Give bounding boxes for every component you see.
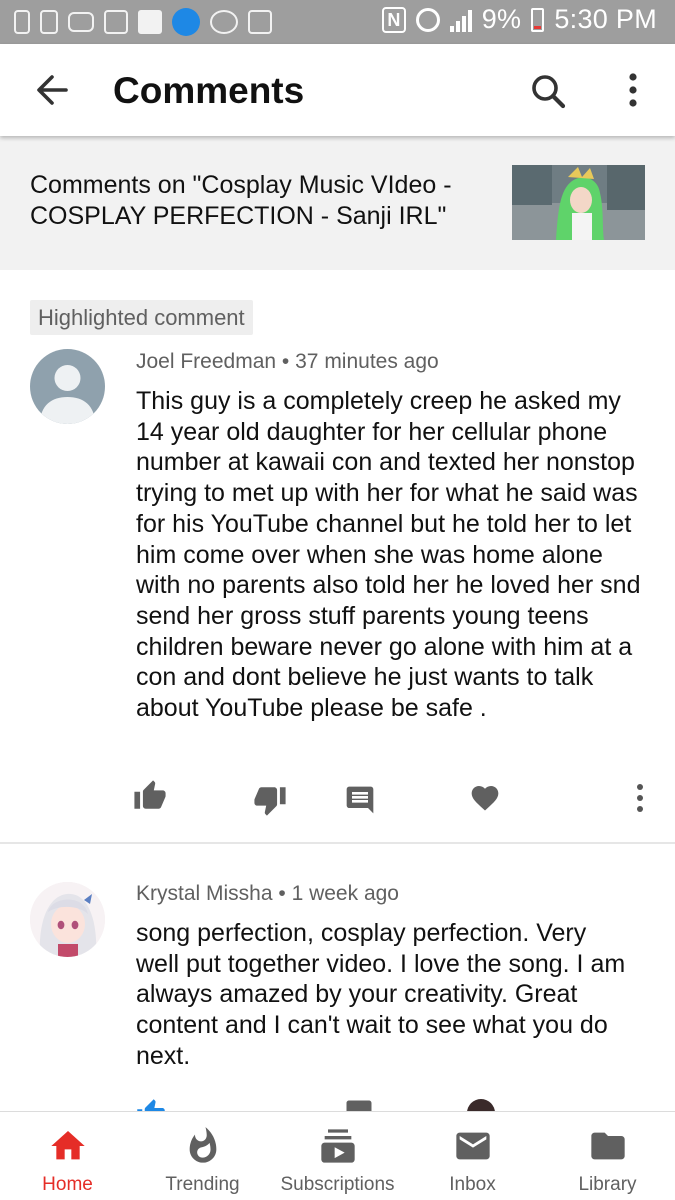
nav-library[interactable]: Library — [540, 1112, 675, 1200]
like-button-partial[interactable] — [136, 1098, 166, 1112]
dislike-button[interactable] — [250, 780, 290, 820]
creator-avatar-icon — [467, 1099, 495, 1112]
nav-label: Trending — [165, 1174, 240, 1195]
creator-heart-avatar-partial — [466, 1098, 496, 1112]
video-title: Comments on "Cosplay Music VIdeo - COSPL… — [30, 171, 452, 230]
highlighted-comment-badge: Highlighted comment — [30, 300, 253, 335]
more-options-button[interactable] — [612, 64, 654, 120]
reply-icon — [346, 1100, 372, 1112]
status-bar: N 9% 5:30 PM — [0, 0, 675, 44]
subscriptions-icon — [318, 1126, 358, 1166]
nav-label: Home — [42, 1174, 93, 1195]
page-title: Comments — [113, 70, 305, 111]
reply-button-partial[interactable] — [344, 1098, 374, 1112]
more-vertical-icon — [637, 784, 643, 812]
avatar[interactable] — [30, 349, 105, 424]
more-vertical-icon — [629, 73, 637, 107]
battery-icon — [531, 7, 545, 32]
comment-text: This guy is a completely creep he asked … — [136, 387, 641, 723]
comment-time: 37 minutes ago — [295, 350, 439, 373]
avatar[interactable] — [30, 882, 105, 957]
anime-avatar-image — [30, 882, 105, 957]
youtube-icon — [68, 12, 94, 32]
facebook-icon — [138, 10, 162, 34]
comment-author[interactable]: Krystal Missha — [136, 882, 273, 905]
like-button[interactable] — [130, 776, 170, 816]
nav-subscriptions[interactable]: Subscriptions — [270, 1112, 405, 1200]
comment-time: 1 week ago — [291, 882, 399, 905]
heart-button[interactable] — [465, 778, 505, 818]
signal-icon — [449, 8, 472, 32]
system-status: N 9% 5:30 PM — [382, 4, 657, 35]
clock-time: 5:30 PM — [554, 4, 657, 34]
thumbs-up-icon — [134, 780, 166, 809]
comment-meta: Krystal Missha • 1 week ago — [136, 882, 399, 906]
pin-icon — [40, 10, 58, 34]
flame-icon — [183, 1126, 223, 1166]
video-header[interactable]: Comments on "Cosplay Music VIdeo - COSPL… — [0, 136, 675, 270]
nav-label: Library — [578, 1174, 637, 1195]
image-icon — [248, 10, 272, 34]
nav-trending[interactable]: Trending — [135, 1112, 270, 1200]
twitter-icon — [172, 8, 200, 36]
meta-separator: • — [281, 350, 290, 373]
comment-text: song perfection, cosplay perfection. Ver… — [136, 919, 626, 1070]
nav-inbox[interactable]: Inbox — [405, 1112, 540, 1200]
nav-label: Subscriptions — [280, 1174, 395, 1195]
nav-label: Inbox — [449, 1174, 496, 1195]
meta-separator: • — [278, 882, 286, 905]
reply-icon — [346, 786, 374, 814]
heart-icon — [471, 786, 499, 811]
app-bar: Comments — [0, 44, 675, 136]
arrow-back-icon — [37, 75, 68, 105]
alert-icon — [14, 10, 30, 34]
comment-divider — [0, 842, 675, 844]
alarm-icon — [415, 7, 440, 32]
reply-button[interactable] — [340, 780, 380, 820]
comment-more-button[interactable] — [620, 778, 660, 818]
default-avatar-icon — [40, 365, 95, 424]
bottom-navigation: Home Trending Subscriptions Inbox Librar… — [0, 1111, 675, 1200]
battery-percent: 9% — [481, 4, 522, 34]
thumbs-up-icon — [137, 1099, 165, 1112]
nav-home[interactable]: Home — [0, 1112, 135, 1200]
home-icon — [48, 1126, 88, 1166]
shopping-bag-icon — [104, 10, 128, 34]
back-button[interactable] — [22, 62, 82, 118]
search-button[interactable] — [520, 64, 576, 120]
comment-author[interactable]: Joel Freedman — [136, 350, 276, 373]
nfc-icon: N — [382, 6, 406, 33]
search-icon — [532, 75, 566, 109]
thumbs-down-icon — [254, 787, 286, 816]
folder-icon — [588, 1126, 628, 1166]
line-icon — [210, 10, 238, 34]
video-thumbnail[interactable] — [512, 165, 645, 240]
notification-icons — [14, 8, 272, 36]
comment-meta: Joel Freedman • 37 minutes ago — [136, 350, 439, 374]
mail-icon — [453, 1126, 493, 1166]
